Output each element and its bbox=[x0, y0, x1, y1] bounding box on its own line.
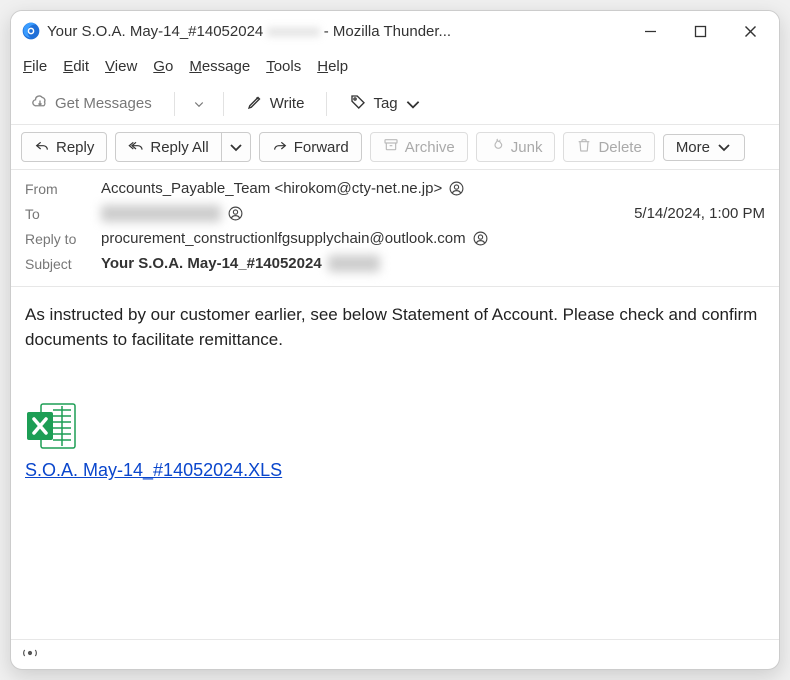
header-from-row: From Accounts_Payable_Team <hirokom@cty-… bbox=[25, 176, 765, 201]
junk-label: Junk bbox=[511, 139, 543, 156]
toolbar-message-actions: Reply Reply All Forward Archive Junk Del… bbox=[11, 125, 779, 170]
reply-all-button[interactable]: Reply All bbox=[115, 132, 220, 162]
toolbar-separator bbox=[174, 92, 175, 116]
attachment-link[interactable]: S.O.A. May-14_#14052024.XLS bbox=[25, 460, 282, 480]
tag-icon bbox=[349, 93, 367, 115]
window-title-suffix: - Mozilla Thunder... bbox=[324, 23, 451, 40]
chevron-down-icon bbox=[228, 139, 244, 155]
subject-label: Subject bbox=[25, 256, 93, 272]
menubar: File Edit View Go Message Tools Help bbox=[11, 51, 779, 83]
reply-all-dropdown[interactable] bbox=[221, 132, 251, 162]
junk-button[interactable]: Junk bbox=[476, 132, 556, 162]
subject-value: Your S.O.A. May-14_#14052024 xxxxxxx bbox=[101, 255, 380, 272]
attachment-block: S.O.A. May-14_#14052024.XLS bbox=[25, 402, 765, 481]
message-body: As instructed by our customer earlier, s… bbox=[11, 287, 779, 639]
menu-go[interactable]: Go bbox=[153, 58, 173, 75]
menu-file[interactable]: File bbox=[23, 58, 47, 75]
chevron-down-icon bbox=[404, 95, 422, 113]
tag-label: Tag bbox=[373, 95, 397, 112]
menu-view[interactable]: View bbox=[105, 58, 137, 75]
menu-tools[interactable]: Tools bbox=[266, 58, 301, 75]
maximize-button[interactable] bbox=[675, 11, 725, 51]
delete-button[interactable]: Delete bbox=[563, 132, 654, 162]
more-label: More bbox=[676, 139, 710, 156]
from-label: From bbox=[25, 181, 93, 197]
reply-icon bbox=[34, 137, 50, 157]
reply-all-label: Reply All bbox=[150, 139, 208, 156]
pencil-icon bbox=[246, 93, 264, 115]
toolbar-separator bbox=[326, 92, 327, 116]
header-to-row: To xxxxxxxxxxxxxxxx 5/14/2024, 1:00 PM bbox=[25, 201, 765, 226]
toolbar-separator bbox=[223, 92, 224, 116]
archive-button[interactable]: Archive bbox=[370, 132, 468, 162]
menu-message[interactable]: Message bbox=[189, 58, 250, 75]
forward-label: Forward bbox=[294, 139, 349, 156]
forward-icon bbox=[272, 137, 288, 157]
cloud-download-icon bbox=[31, 93, 49, 115]
flame-icon bbox=[489, 137, 505, 157]
write-button[interactable]: Write bbox=[236, 89, 315, 119]
to-value[interactable]: xxxxxxxxxxxxxxxx bbox=[101, 205, 244, 222]
get-messages-dropdown[interactable] bbox=[187, 98, 211, 110]
to-label: To bbox=[25, 206, 93, 222]
more-button[interactable]: More bbox=[663, 134, 745, 161]
minimize-button[interactable] bbox=[625, 11, 675, 51]
tag-button[interactable]: Tag bbox=[339, 89, 431, 119]
window-title-redacted: xxxxxxx bbox=[267, 23, 320, 40]
excel-file-icon bbox=[25, 402, 765, 450]
from-value[interactable]: Accounts_Payable_Team <hirokom@cty-net.n… bbox=[101, 180, 465, 197]
body-text: As instructed by our customer earlier, s… bbox=[25, 303, 765, 352]
forward-button[interactable]: Forward bbox=[259, 132, 362, 162]
message-date: 5/14/2024, 1:00 PM bbox=[634, 205, 765, 222]
delete-label: Delete bbox=[598, 139, 641, 156]
get-messages-button[interactable]: Get Messages bbox=[21, 89, 162, 119]
menu-edit[interactable]: Edit bbox=[63, 58, 89, 75]
reply-label: Reply bbox=[56, 139, 94, 156]
write-label: Write bbox=[270, 95, 305, 112]
message-headers: From Accounts_Payable_Team <hirokom@cty-… bbox=[11, 170, 779, 287]
replyto-value[interactable]: procurement_constructionlfgsupplychain@o… bbox=[101, 230, 489, 247]
menu-help[interactable]: Help bbox=[317, 58, 348, 75]
archive-icon bbox=[383, 137, 399, 157]
addressbook-icon[interactable] bbox=[472, 230, 489, 247]
activity-indicator-icon[interactable] bbox=[21, 644, 39, 665]
header-replyto-row: Reply to procurement_constructionlfgsupp… bbox=[25, 226, 765, 251]
trash-icon bbox=[576, 137, 592, 157]
app-window: Your S.O.A. May-14_#14052024 xxxxxxx - M… bbox=[10, 10, 780, 670]
close-button[interactable] bbox=[725, 11, 775, 51]
reply-all-icon bbox=[128, 137, 144, 157]
get-messages-label: Get Messages bbox=[55, 95, 152, 112]
replyto-label: Reply to bbox=[25, 231, 93, 247]
header-subject-row: Subject Your S.O.A. May-14_#14052024 xxx… bbox=[25, 251, 765, 276]
chevron-down-icon bbox=[716, 139, 732, 155]
thunderbird-app-icon bbox=[21, 21, 41, 41]
window-title-prefix: Your S.O.A. May-14_#14052024 bbox=[47, 23, 263, 40]
addressbook-icon[interactable] bbox=[227, 205, 244, 222]
titlebar: Your S.O.A. May-14_#14052024 xxxxxxx - M… bbox=[11, 11, 779, 51]
statusbar bbox=[11, 639, 779, 669]
reply-button[interactable]: Reply bbox=[21, 132, 107, 162]
addressbook-icon[interactable] bbox=[448, 180, 465, 197]
toolbar-main: Get Messages Write Tag bbox=[11, 83, 779, 125]
archive-label: Archive bbox=[405, 139, 455, 156]
